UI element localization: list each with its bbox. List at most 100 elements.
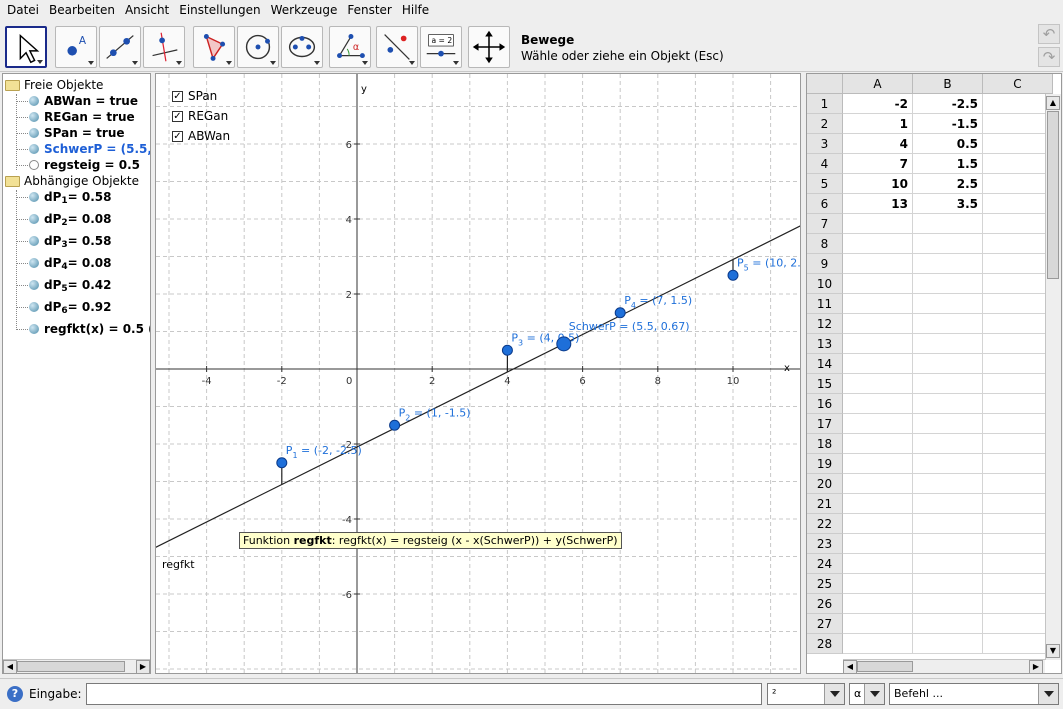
row-header[interactable]: 15 [807, 374, 843, 394]
column-header[interactable]: C [983, 74, 1053, 94]
spreadsheet-cell[interactable] [843, 494, 913, 514]
algebra-dependent-item[interactable]: dP 4 = 0.08 [29, 255, 112, 272]
algebra-dependent-item[interactable]: regfkt(x) = 0.5 (x - 5.5) + 0.67 [29, 321, 150, 337]
algebra-dependent-item[interactable]: dP 6 = 0.92 [29, 299, 112, 316]
row-header[interactable]: 21 [807, 494, 843, 514]
spreadsheet-cell[interactable] [843, 614, 913, 634]
spreadsheet-cell[interactable] [913, 294, 983, 314]
row-header[interactable]: 25 [807, 574, 843, 594]
algebra-free-item[interactable]: ABWan = true [29, 93, 138, 109]
row-header[interactable]: 11 [807, 294, 843, 314]
algebra-free-item[interactable]: REGan = true [29, 109, 135, 125]
algebra-free-item[interactable]: regsteig = 0.5 [29, 157, 140, 173]
spreadsheet-cell[interactable] [913, 534, 983, 554]
checkbox-check-icon[interactable]: ✓ [172, 110, 183, 122]
tool-menu-arrow-icon[interactable] [37, 60, 43, 64]
row-header[interactable]: 18 [807, 434, 843, 454]
spreadsheet-cell[interactable] [983, 414, 1053, 434]
algebra-horizontal-scrollbar[interactable]: ◀ ▶ [3, 659, 150, 673]
scroll-up-button[interactable]: ▲ [1046, 96, 1060, 110]
spreadsheet-cell[interactable] [843, 334, 913, 354]
spreadsheet-cell[interactable]: 13 [843, 194, 913, 214]
visibility-dot-icon[interactable] [29, 236, 39, 246]
spreadsheet-cell[interactable]: 4 [843, 134, 913, 154]
scroll-thumb[interactable] [857, 661, 913, 672]
spreadsheet-cell[interactable] [913, 594, 983, 614]
algebra-dependent-item[interactable]: dP 3 = 0.58 [29, 233, 112, 250]
row-header[interactable]: 10 [807, 274, 843, 294]
row-header[interactable]: 8 [807, 234, 843, 254]
spreadsheet-cell[interactable] [913, 554, 983, 574]
checkbox-abwan[interactable]: ✓ ABWan [172, 128, 230, 144]
scroll-thumb[interactable] [17, 661, 125, 672]
spreadsheet-cell[interactable] [913, 634, 983, 654]
spreadsheet-cell[interactable]: 1.5 [913, 154, 983, 174]
tool-menu-arrow-icon[interactable] [132, 61, 138, 65]
column-header[interactable]: A [843, 74, 913, 94]
spreadsheet-cell[interactable] [983, 454, 1053, 474]
row-header[interactable]: 23 [807, 534, 843, 554]
tool-menu-arrow-icon[interactable] [226, 61, 232, 65]
spreadsheet-cell[interactable] [843, 234, 913, 254]
chevron-down-icon[interactable] [824, 684, 844, 704]
spreadsheet-cell[interactable] [983, 594, 1053, 614]
tool-menu-arrow-icon[interactable] [270, 61, 276, 65]
spreadsheet-cell[interactable]: 3.5 [913, 194, 983, 214]
spreadsheet-cell[interactable] [913, 314, 983, 334]
spreadsheet-vertical-scrollbar[interactable]: ▲ ▼ [1045, 94, 1061, 660]
spreadsheet-cell[interactable] [983, 274, 1053, 294]
tool-menu-arrow-icon[interactable] [176, 61, 182, 65]
spreadsheet-cell[interactable] [843, 594, 913, 614]
spreadsheet-cell[interactable] [983, 154, 1053, 174]
algebra-free-item[interactable]: SchwerP = (5.5, 0.67) [29, 141, 150, 157]
spreadsheet-cell[interactable]: 1 [843, 114, 913, 134]
scroll-down-button[interactable]: ▼ [1046, 644, 1060, 658]
spreadsheet-cell[interactable] [913, 334, 983, 354]
spreadsheet-cell[interactable] [843, 454, 913, 474]
algebra-dependent-item[interactable]: dP 2 = 0.08 [29, 211, 112, 228]
spreadsheet-cell[interactable] [843, 214, 913, 234]
spreadsheet-cell[interactable] [983, 614, 1053, 634]
visibility-dot-icon[interactable] [29, 324, 39, 334]
row-header[interactable]: 16 [807, 394, 843, 414]
row-header[interactable]: 27 [807, 614, 843, 634]
spreadsheet-cell[interactable] [843, 314, 913, 334]
spreadsheet-cell[interactable] [913, 274, 983, 294]
checkbox-regan[interactable]: ✓ REGan [172, 108, 228, 124]
spreadsheet-cell[interactable] [983, 534, 1053, 554]
checkbox-check-icon[interactable]: ✓ [172, 90, 183, 102]
undo-button[interactable]: ↶ [1038, 24, 1060, 44]
chevron-down-icon[interactable] [1038, 684, 1058, 704]
column-header[interactable]: B [913, 74, 983, 94]
spreadsheet-cell[interactable] [913, 394, 983, 414]
visibility-dot-icon[interactable] [29, 96, 39, 106]
redo-button[interactable]: ↷ [1038, 47, 1060, 67]
visibility-dot-icon[interactable] [29, 258, 39, 268]
spreadsheet-cell[interactable] [913, 414, 983, 434]
move-tool-button[interactable] [5, 26, 47, 68]
spreadsheet-cell[interactable] [983, 434, 1053, 454]
spreadsheet-cell[interactable] [983, 634, 1053, 654]
spreadsheet-cell[interactable] [983, 314, 1053, 334]
spreadsheet-cell[interactable] [843, 634, 913, 654]
spreadsheet-cell[interactable]: -1.5 [913, 114, 983, 134]
command-combo[interactable]: Befehl ... [889, 683, 1059, 705]
spreadsheet-cell[interactable] [983, 574, 1053, 594]
spreadsheet-cell[interactable] [843, 274, 913, 294]
spreadsheet-cell[interactable] [913, 574, 983, 594]
row-header[interactable]: 28 [807, 634, 843, 654]
spreadsheet-corner[interactable] [807, 74, 843, 94]
folder-free-objects[interactable]: Freie Objekte [5, 77, 103, 93]
spreadsheet-cell[interactable] [983, 354, 1053, 374]
row-header[interactable]: 7 [807, 214, 843, 234]
spreadsheet-cell[interactable] [843, 354, 913, 374]
row-header[interactable]: 14 [807, 354, 843, 374]
row-header[interactable]: 9 [807, 254, 843, 274]
symbol-combo[interactable]: ² [767, 683, 845, 705]
spreadsheet-cell[interactable]: -2 [843, 94, 913, 114]
row-header[interactable]: 26 [807, 594, 843, 614]
scroll-right-button[interactable]: ▶ [136, 660, 150, 673]
spreadsheet-cell[interactable] [843, 294, 913, 314]
spreadsheet-cell[interactable] [983, 474, 1053, 494]
spreadsheet-cell[interactable] [843, 474, 913, 494]
